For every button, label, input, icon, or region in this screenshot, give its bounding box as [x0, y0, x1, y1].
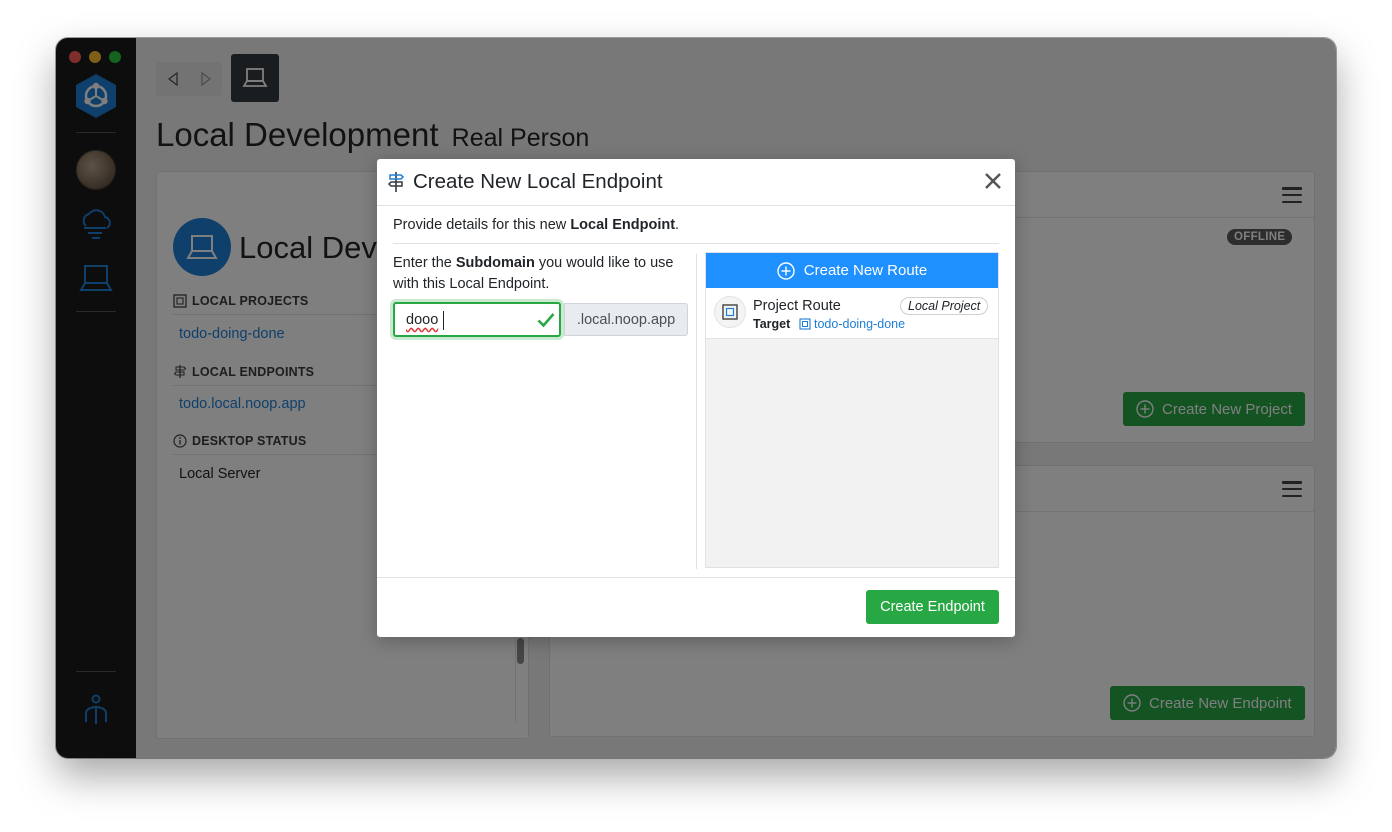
desc-suffix: . [675, 217, 680, 233]
divider [393, 243, 999, 244]
subdomain-instructions: Enter the Subdomain you would like to us… [393, 253, 693, 295]
subdomain-input[interactable]: dooo [393, 302, 561, 337]
routes-panel: Create New Route Project Route Local Pro… [705, 252, 999, 568]
enter-bold: Subdomain [455, 255, 535, 271]
project-icon [714, 296, 746, 328]
domain-suffix: .local.noop.app [564, 303, 688, 336]
route-name: Project Route [753, 298, 841, 314]
project-icon [799, 318, 811, 330]
route-target-label: Target [753, 317, 791, 331]
text-caret [443, 311, 444, 330]
subdomain-input-value: dooo [406, 312, 439, 328]
desc-prefix: Provide details for this new [393, 217, 571, 233]
create-endpoint-button[interactable]: Create Endpoint [866, 590, 999, 624]
enter-prefix: Enter the [393, 255, 456, 271]
plus-circle-icon [777, 261, 795, 280]
route-type-badge: Local Project [900, 297, 989, 315]
signpost-icon [387, 172, 405, 192]
desc-bold: Local Endpoint [570, 217, 676, 233]
column-divider [696, 254, 697, 569]
create-route-label: Create New Route [803, 262, 928, 279]
check-icon [537, 313, 555, 328]
modal-title: Create New Local Endpoint [413, 170, 663, 193]
create-new-route-button[interactable]: Create New Route [706, 253, 998, 288]
route-target-link[interactable]: todo-doing-done [814, 317, 905, 331]
create-endpoint-modal: Create New Local Endpoint Provide detail… [377, 159, 1015, 637]
footer-divider [377, 577, 1015, 578]
close-icon[interactable] [982, 170, 1004, 192]
modal-header: Create New Local Endpoint [377, 159, 1015, 206]
route-list-item[interactable]: Project Route Local Project Target todo-… [706, 288, 998, 339]
modal-description: Provide details for this new Local Endpo… [393, 217, 679, 233]
